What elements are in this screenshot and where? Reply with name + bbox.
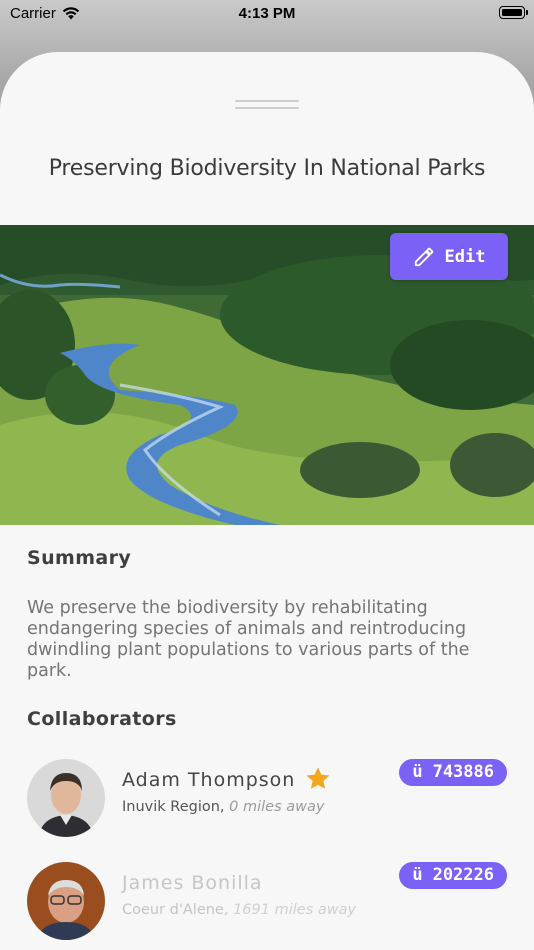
collaborator-distance: 0 miles away (229, 799, 325, 815)
edit-label: Edit (444, 246, 486, 267)
badge-value: 743886 (432, 762, 494, 782)
hero-image: Edit (0, 225, 534, 525)
collaborator-name: Adam Thompson (122, 769, 296, 791)
collaborator-badge: ü 743886 (399, 759, 507, 786)
badge-value: 202226 (432, 865, 494, 885)
collaborator-badge: ü 202226 (399, 862, 507, 889)
collaborator-row[interactable]: James Bonilla Coeur d'Alene, 1691 miles … (0, 862, 534, 942)
avatar (27, 862, 105, 940)
collaborator-row[interactable]: Adam Thompson Inuvik Region, 0 miles awa… (0, 759, 534, 839)
project-sheet: Preserving Biodiversity In National Park… (0, 52, 534, 950)
edit-button[interactable]: Edit (390, 233, 508, 280)
page-title: Preserving Biodiversity In National Park… (48, 156, 486, 181)
drag-handle[interactable] (235, 100, 299, 110)
badge-icon: ü (412, 865, 423, 885)
avatar (27, 759, 105, 837)
pencil-icon (414, 247, 433, 266)
collaborator-region: Coeur d'Alene, (122, 902, 229, 918)
collaborator-location: Inuvik Region, 0 miles away (122, 799, 324, 815)
collaborator-location: Coeur d'Alene, 1691 miles away (122, 902, 356, 918)
summary-text: We preserve the biodiversity by rehabili… (27, 598, 470, 681)
battery-icon (499, 6, 528, 19)
status-bar: Carrier 4:13 PM (0, 0, 534, 28)
collaborator-name: James Bonilla (122, 872, 263, 894)
status-time: 4:13 PM (238, 5, 296, 22)
collaborator-distance: 1691 miles away (233, 902, 357, 918)
summary-heading: Summary (27, 547, 132, 569)
collaborator-region: Inuvik Region, (122, 799, 225, 815)
star-icon[interactable] (304, 765, 332, 793)
badge-icon: ü (412, 762, 423, 782)
collaborators-heading: Collaborators (27, 708, 177, 730)
